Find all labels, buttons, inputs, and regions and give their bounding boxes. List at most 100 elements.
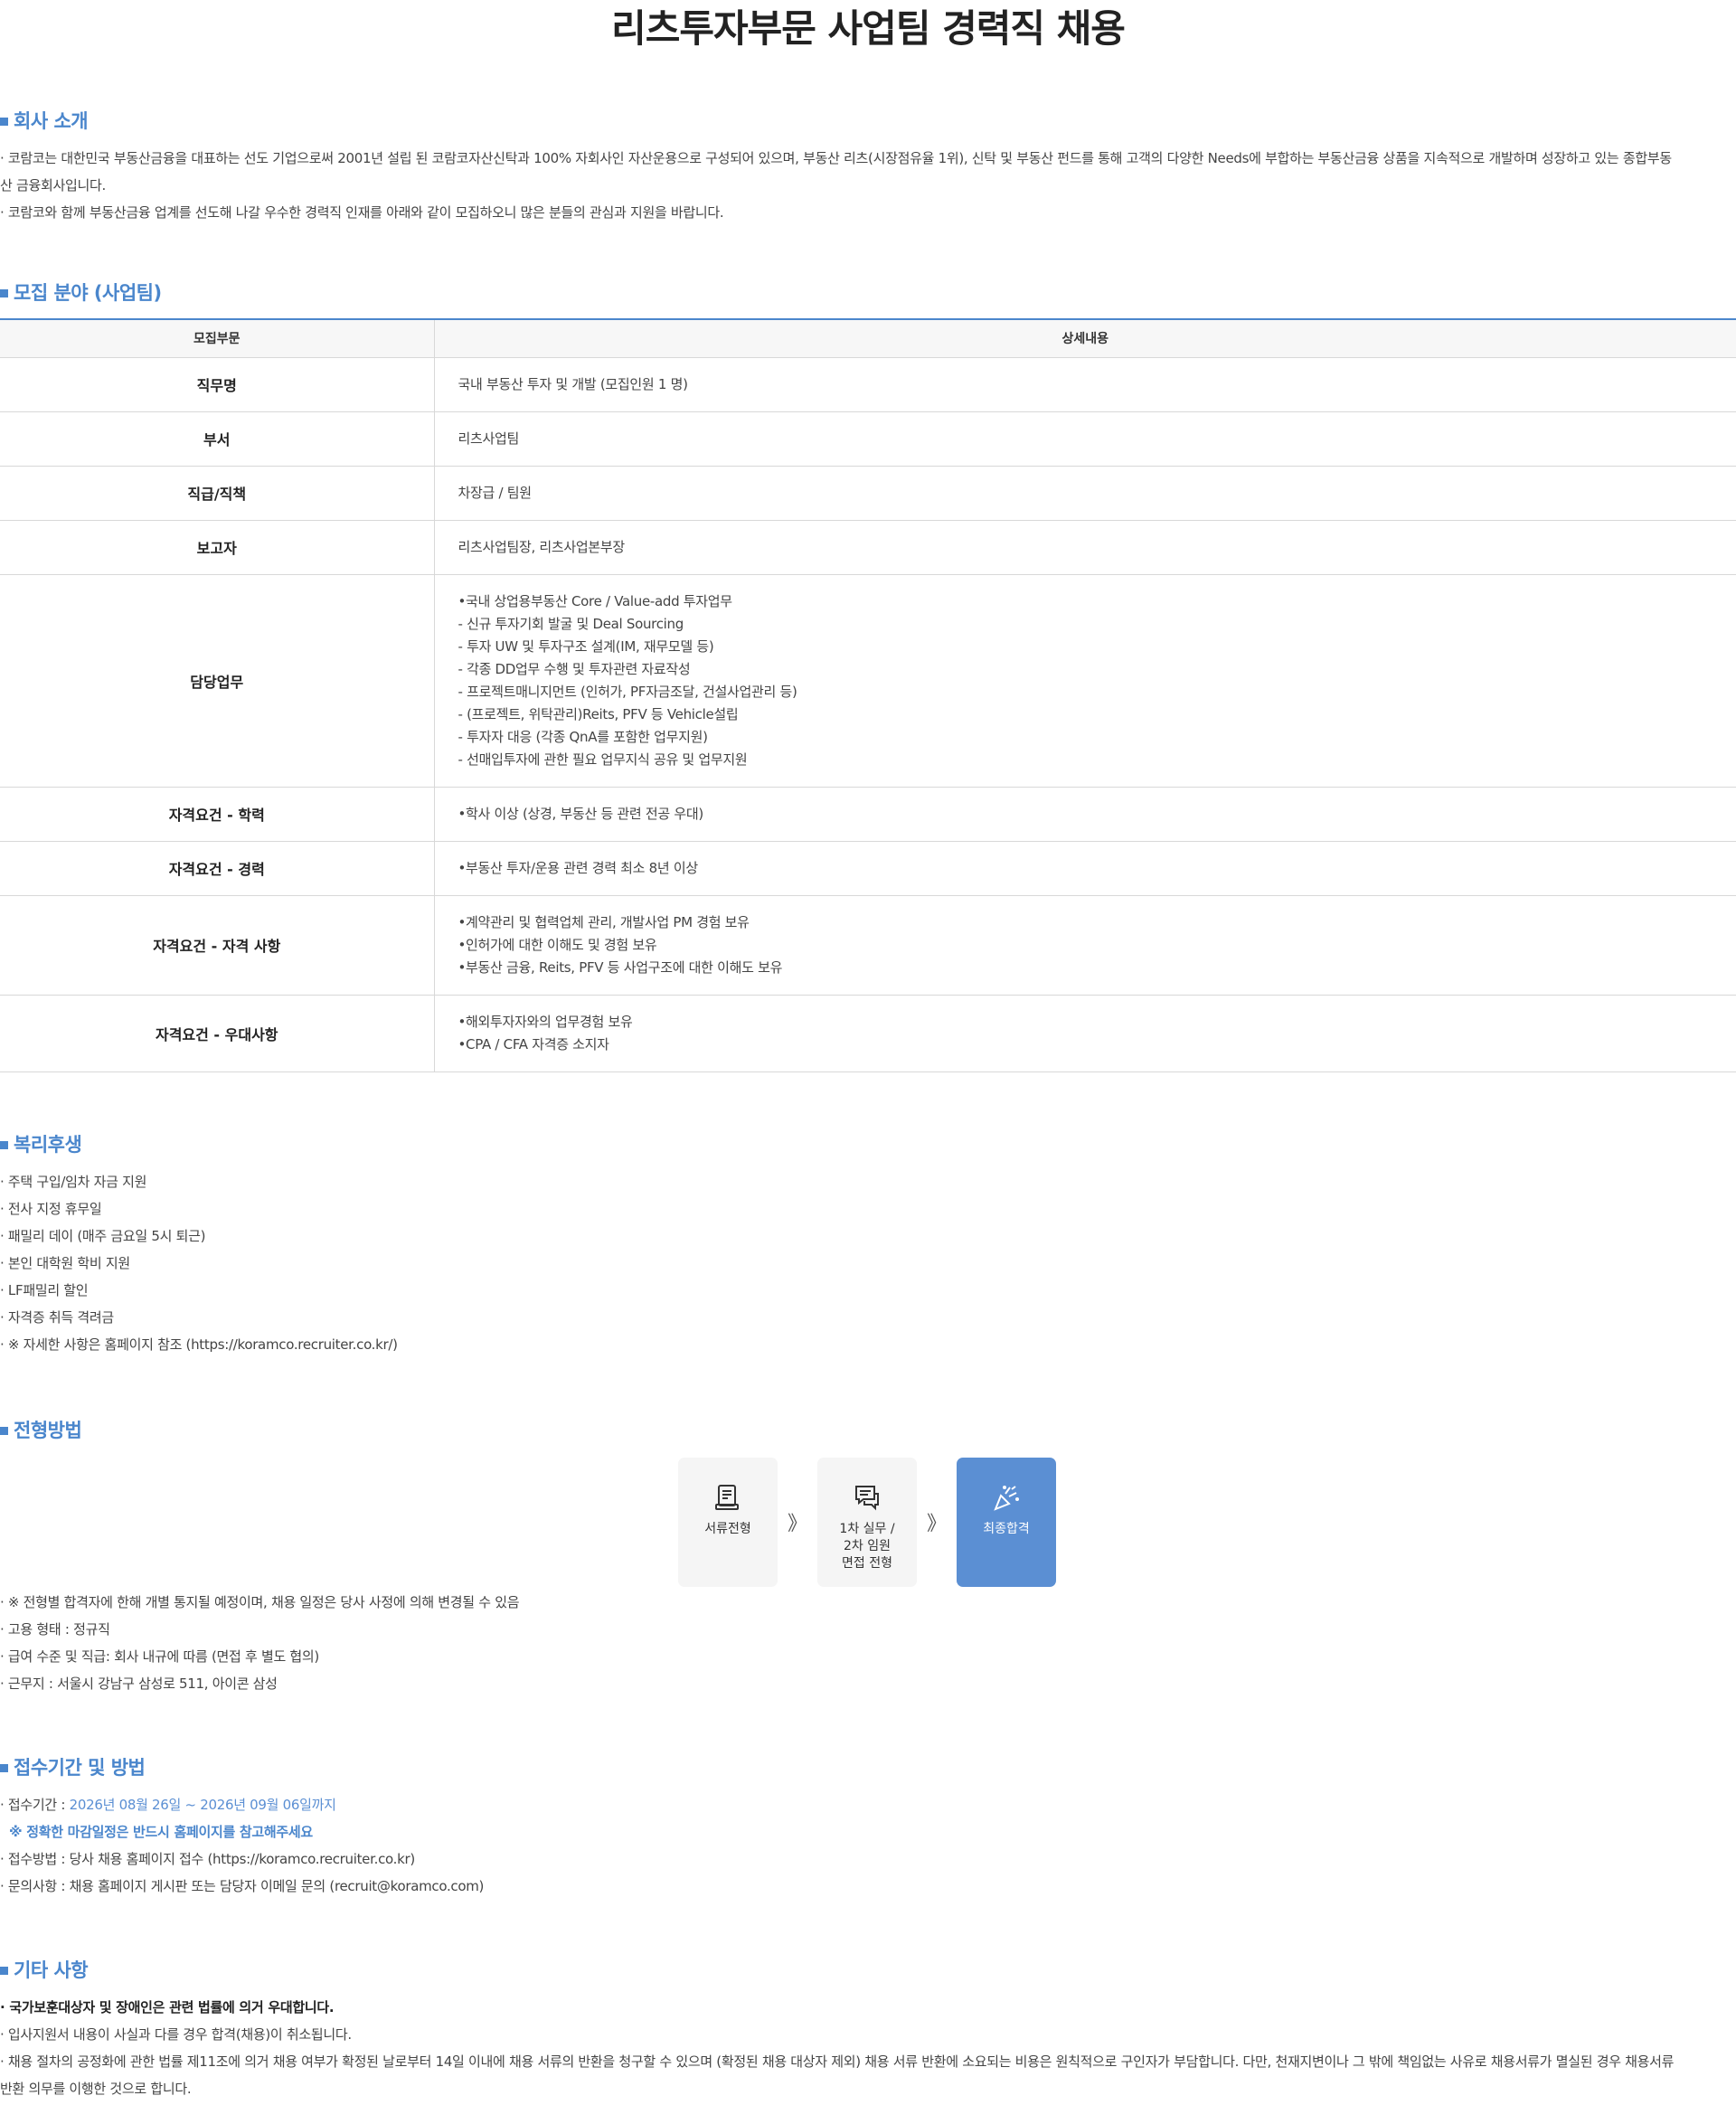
application-period: · 접수기간 : 2026년 08월 26일 ~ 2026년 09월 06일까지: [0, 1791, 1736, 1818]
chevron-double-right-icon: 》: [926, 1513, 947, 1535]
benefits-section: 복리후생 · 주택 구입/임차 자금 지원 · 전사 지정 휴무일 · 패밀리 …: [0, 1130, 1736, 1358]
table-row: 담당업무 •국내 상업용부동산 Core / Value-add 투자업무 - 신규…: [0, 574, 1736, 788]
row-label: 직무명: [0, 357, 435, 412]
application-method: · 접수방법 : 당사 채용 홈페이지 접수 (https://koramco.…: [0, 1850, 415, 1867]
row-details: •해외투자자와의 업무경험 보유 •CPA / CFA 자격증 소지자: [434, 995, 1736, 1072]
table-row: 자격요건 - 경력 •부동산 투자/운용 관련 경력 최소 8년 이상: [0, 841, 1736, 896]
application-contact: · 문의사항 : 채용 홈페이지 게시판 또는 담당자 이메일 문의 (recr…: [0, 1877, 485, 1894]
application-section: 접수기간 및 방법 · 접수기간 : 2026년 08월 26일 ~ 2026년…: [0, 1753, 1736, 1900]
row-label: 자격요건 - 우대사항: [0, 995, 435, 1072]
table-row: 직무명 국내 부동산 투자 및 개발 (모집인원 1 명): [0, 357, 1736, 412]
detail-line: - 신규 투자기회 발굴 및 Deal Sourcing: [458, 615, 684, 632]
step-label: 최종합격: [983, 1521, 1030, 1536]
row-label: 자격요건 - 자격 사항: [0, 895, 435, 996]
period-value: 2026년 08월 26일 ~ 2026년 09월 06일까지: [69, 1796, 336, 1813]
period-label: · 접수기간 :: [0, 1796, 70, 1813]
row-details: •부동산 투자/운용 관련 경력 최소 8년 이상: [434, 841, 1736, 896]
benefit-item: · 자격증 취득 격려금: [0, 1308, 114, 1326]
detail-line: 차장급 / 팀원: [458, 484, 533, 501]
process-section: 전형방법 서류전형 》 1차 실무 / 2차 임원 면접 전형 》 최종합격 ·…: [0, 1416, 1736, 1697]
table-row: 자격요건 - 학력 •학사 이상 (상경, 부동산 등 관련 전공 우대): [0, 787, 1736, 842]
process-steps: 서류전형 》 1차 실무 / 2차 임원 면접 전형 》 최종합격: [678, 1457, 1736, 1587]
etc-note: 반환 의무를 이행한 것으로 합니다.: [0, 2080, 192, 2097]
recruit-table: 모집부문 상세내용 직무명 국내 부동산 투자 및 개발 (모집인원 1 명) 부서…: [0, 318, 1736, 1072]
application-info: · 접수기간 : 2026년 08월 26일 ~ 2026년 09월 06일까지…: [0, 1791, 1736, 1900]
row-details: 국내 부동산 투자 및 개발 (모집인원 1 명): [434, 357, 1736, 412]
table-header-row: 모집부문 상세내용: [0, 319, 1736, 358]
row-details: 리츠사업팀장, 리츠사업본부장: [434, 520, 1736, 575]
table-row: 보고자 리츠사업팀장, 리츠사업본부장: [0, 520, 1736, 575]
etc-note: · 채용 절차의 공정화에 관한 법률 제11조에 의거 채용 여부가 확정된 …: [0, 2053, 1675, 2070]
deadline-note: ※ 정확한 마감일정은 반드시 홈페이지를 참고해주세요: [9, 1823, 313, 1840]
column-header-category: 모집부문: [0, 319, 435, 358]
benefit-item: · LF패밀리 할인: [0, 1281, 89, 1298]
etc-note: · 국가보훈대상자 및 장애인은 관련 법률에 의거 우대합니다.: [0, 1998, 335, 2015]
etc-section: 기타 사항 · 국가보훈대상자 및 장애인은 관련 법률에 의거 우대합니다. …: [0, 1956, 1736, 2102]
table-row: 자격요건 - 우대사항 •해외투자자와의 업무경험 보유 •CPA / CFA 자격…: [0, 995, 1736, 1072]
detail-line: - (프로젝트, 위탁관리)Reits, PFV 등 Vehicle설립: [458, 705, 739, 722]
detail-line: •계약관리 및 협력업체 관리, 개발사업 PM 경험 보유: [458, 913, 750, 930]
table-row: 직급/직책 차장급 / 팀원: [0, 466, 1736, 521]
detail-line: 국내 부동산 투자 및 개발 (모집인원 1 명): [458, 375, 688, 392]
row-label: 부서: [0, 411, 435, 467]
step-label: 2차 임원: [844, 1538, 891, 1553]
process-note: · 고용 형태 : 정규직: [0, 1620, 110, 1638]
step-document-screening: 서류전형: [678, 1457, 778, 1587]
detail-line: 리츠사업팀장, 리츠사업본부장: [458, 538, 626, 555]
row-label: 자격요건 - 학력: [0, 787, 435, 842]
row-label: 자격요건 - 경력: [0, 841, 435, 896]
benefits-list: · 주택 구입/임차 자금 지원 · 전사 지정 휴무일 · 패밀리 데이 (매…: [0, 1168, 1736, 1358]
party-popper-icon: [994, 1485, 1019, 1511]
detail-line: - 투자 UW 및 투자구조 설계(IM, 재무모델 등): [458, 637, 714, 655]
step-label: 서류전형: [704, 1521, 751, 1536]
row-details: 차장급 / 팀원: [434, 466, 1736, 521]
table-row: 부서 리츠사업팀: [0, 411, 1736, 467]
detail-line: - 프로젝트매니지먼트 (인허가, PF자금조달, 건설사업관리 등): [458, 683, 797, 700]
step-final-pass: 최종합격: [957, 1457, 1056, 1587]
section-title-benefits: 복리후생: [0, 1130, 1736, 1157]
section-title-application: 접수기간 및 방법: [0, 1753, 1736, 1780]
benefit-item: · 패밀리 데이 (매주 금요일 5시 퇴근): [0, 1227, 206, 1244]
recruit-section: 모집 분야 (사업팀) 모집부문 상세내용 직무명 국내 부동산 투자 및 개발 …: [0, 278, 1736, 1072]
section-title-intro: 회사 소개: [0, 107, 1736, 134]
row-label: 직급/직책: [0, 466, 435, 521]
detail-line: •해외투자자와의 업무경험 보유: [458, 1013, 633, 1030]
row-details: •국내 상업용부동산 Core / Value-add 투자업무 - 신규 투자기…: [434, 574, 1736, 788]
detail-line: •CPA / CFA 자격증 소지자: [458, 1035, 609, 1053]
detail-line: •부동산 금융, Reits, PFV 등 사업구조에 대한 이해도 보유: [458, 958, 783, 976]
detail-line: - 투자자 대응 (각종 QnA를 포함한 업무지원): [458, 728, 709, 745]
process-notes: · ※ 전형별 합격자에 한해 개별 통지될 예정이며, 채용 일정은 당사 사…: [0, 1589, 1736, 1697]
benefit-item: · 전사 지정 휴무일: [0, 1200, 102, 1217]
table-row: 자격요건 - 자격 사항 •계약관리 및 협력업체 관리, 개발사업 PM 경험 …: [0, 895, 1736, 996]
intro-line: · 코람코와 함께 부동산금융 업계를 선도해 나갈 우수한 경력직 인재를 아…: [0, 204, 724, 221]
intro-text: · 코람코는 대한민국 부동산금융을 대표하는 선도 기업으로써 2001년 설…: [0, 145, 1736, 226]
company-intro-section: 회사 소개 · 코람코는 대한민국 부동산금융을 대표하는 선도 기업으로써 2…: [0, 107, 1736, 226]
chevron-double-right-icon: 》: [787, 1513, 807, 1535]
row-label: 보고자: [0, 520, 435, 575]
row-details: 리츠사업팀: [434, 411, 1736, 467]
process-note: · 근무지 : 서울시 강남구 삼성로 511, 아이콘 삼성: [0, 1675, 278, 1692]
detail-line: - 선매입투자에 관한 필요 업무지식 공유 및 업무지원: [458, 750, 748, 768]
process-note: · 급여 수준 및 직급: 회사 내규에 따름 (면접 후 별도 협의): [0, 1647, 319, 1665]
section-title-etc: 기타 사항: [0, 1956, 1736, 1983]
detail-line: •인허가에 대한 이해도 및 경험 보유: [458, 936, 657, 953]
job-posting: 리츠투자부문 사업팀 경력직 채용 회사 소개 · 코람코는 대한민국 부동산금…: [0, 0, 1736, 2102]
row-label: 담당업무: [0, 574, 435, 788]
etc-notes: · 국가보훈대상자 및 장애인은 관련 법률에 의거 우대합니다. · 입사지원…: [0, 1994, 1736, 2102]
detail-line: •국내 상업용부동산 Core / Value-add 투자업무: [458, 592, 733, 609]
detail-line: •학사 이상 (상경, 부동산 등 관련 전공 우대): [458, 805, 704, 822]
page-title: 리츠투자부문 사업팀 경력직 채용: [611, 6, 1126, 51]
benefit-item: · ※ 자세한 사항은 홈페이지 참조 (https://koramco.rec…: [0, 1336, 398, 1353]
step-label: 1차 실무 /: [839, 1521, 895, 1536]
etc-note: · 입사지원서 내용이 사실과 다를 경우 합격(채용)이 취소됩니다.: [0, 2025, 352, 2043]
section-title-process: 전형방법: [0, 1416, 1736, 1443]
detail-line: 리츠사업팀: [458, 430, 520, 447]
process-note: · ※ 전형별 합격자에 한해 개별 통지될 예정이며, 채용 일정은 당사 사…: [0, 1593, 520, 1610]
benefit-item: · 주택 구입/임차 자금 지원: [0, 1173, 147, 1190]
benefit-item: · 본인 대학원 학비 지원: [0, 1254, 130, 1271]
detail-line: •부동산 투자/운용 관련 경력 최소 8년 이상: [458, 859, 699, 876]
document-check-icon: [715, 1484, 739, 1510]
chat-bubbles-icon: [855, 1485, 879, 1510]
row-details: •학사 이상 (상경, 부동산 등 관련 전공 우대): [434, 787, 1736, 842]
column-header-details: 상세내용: [434, 319, 1736, 358]
